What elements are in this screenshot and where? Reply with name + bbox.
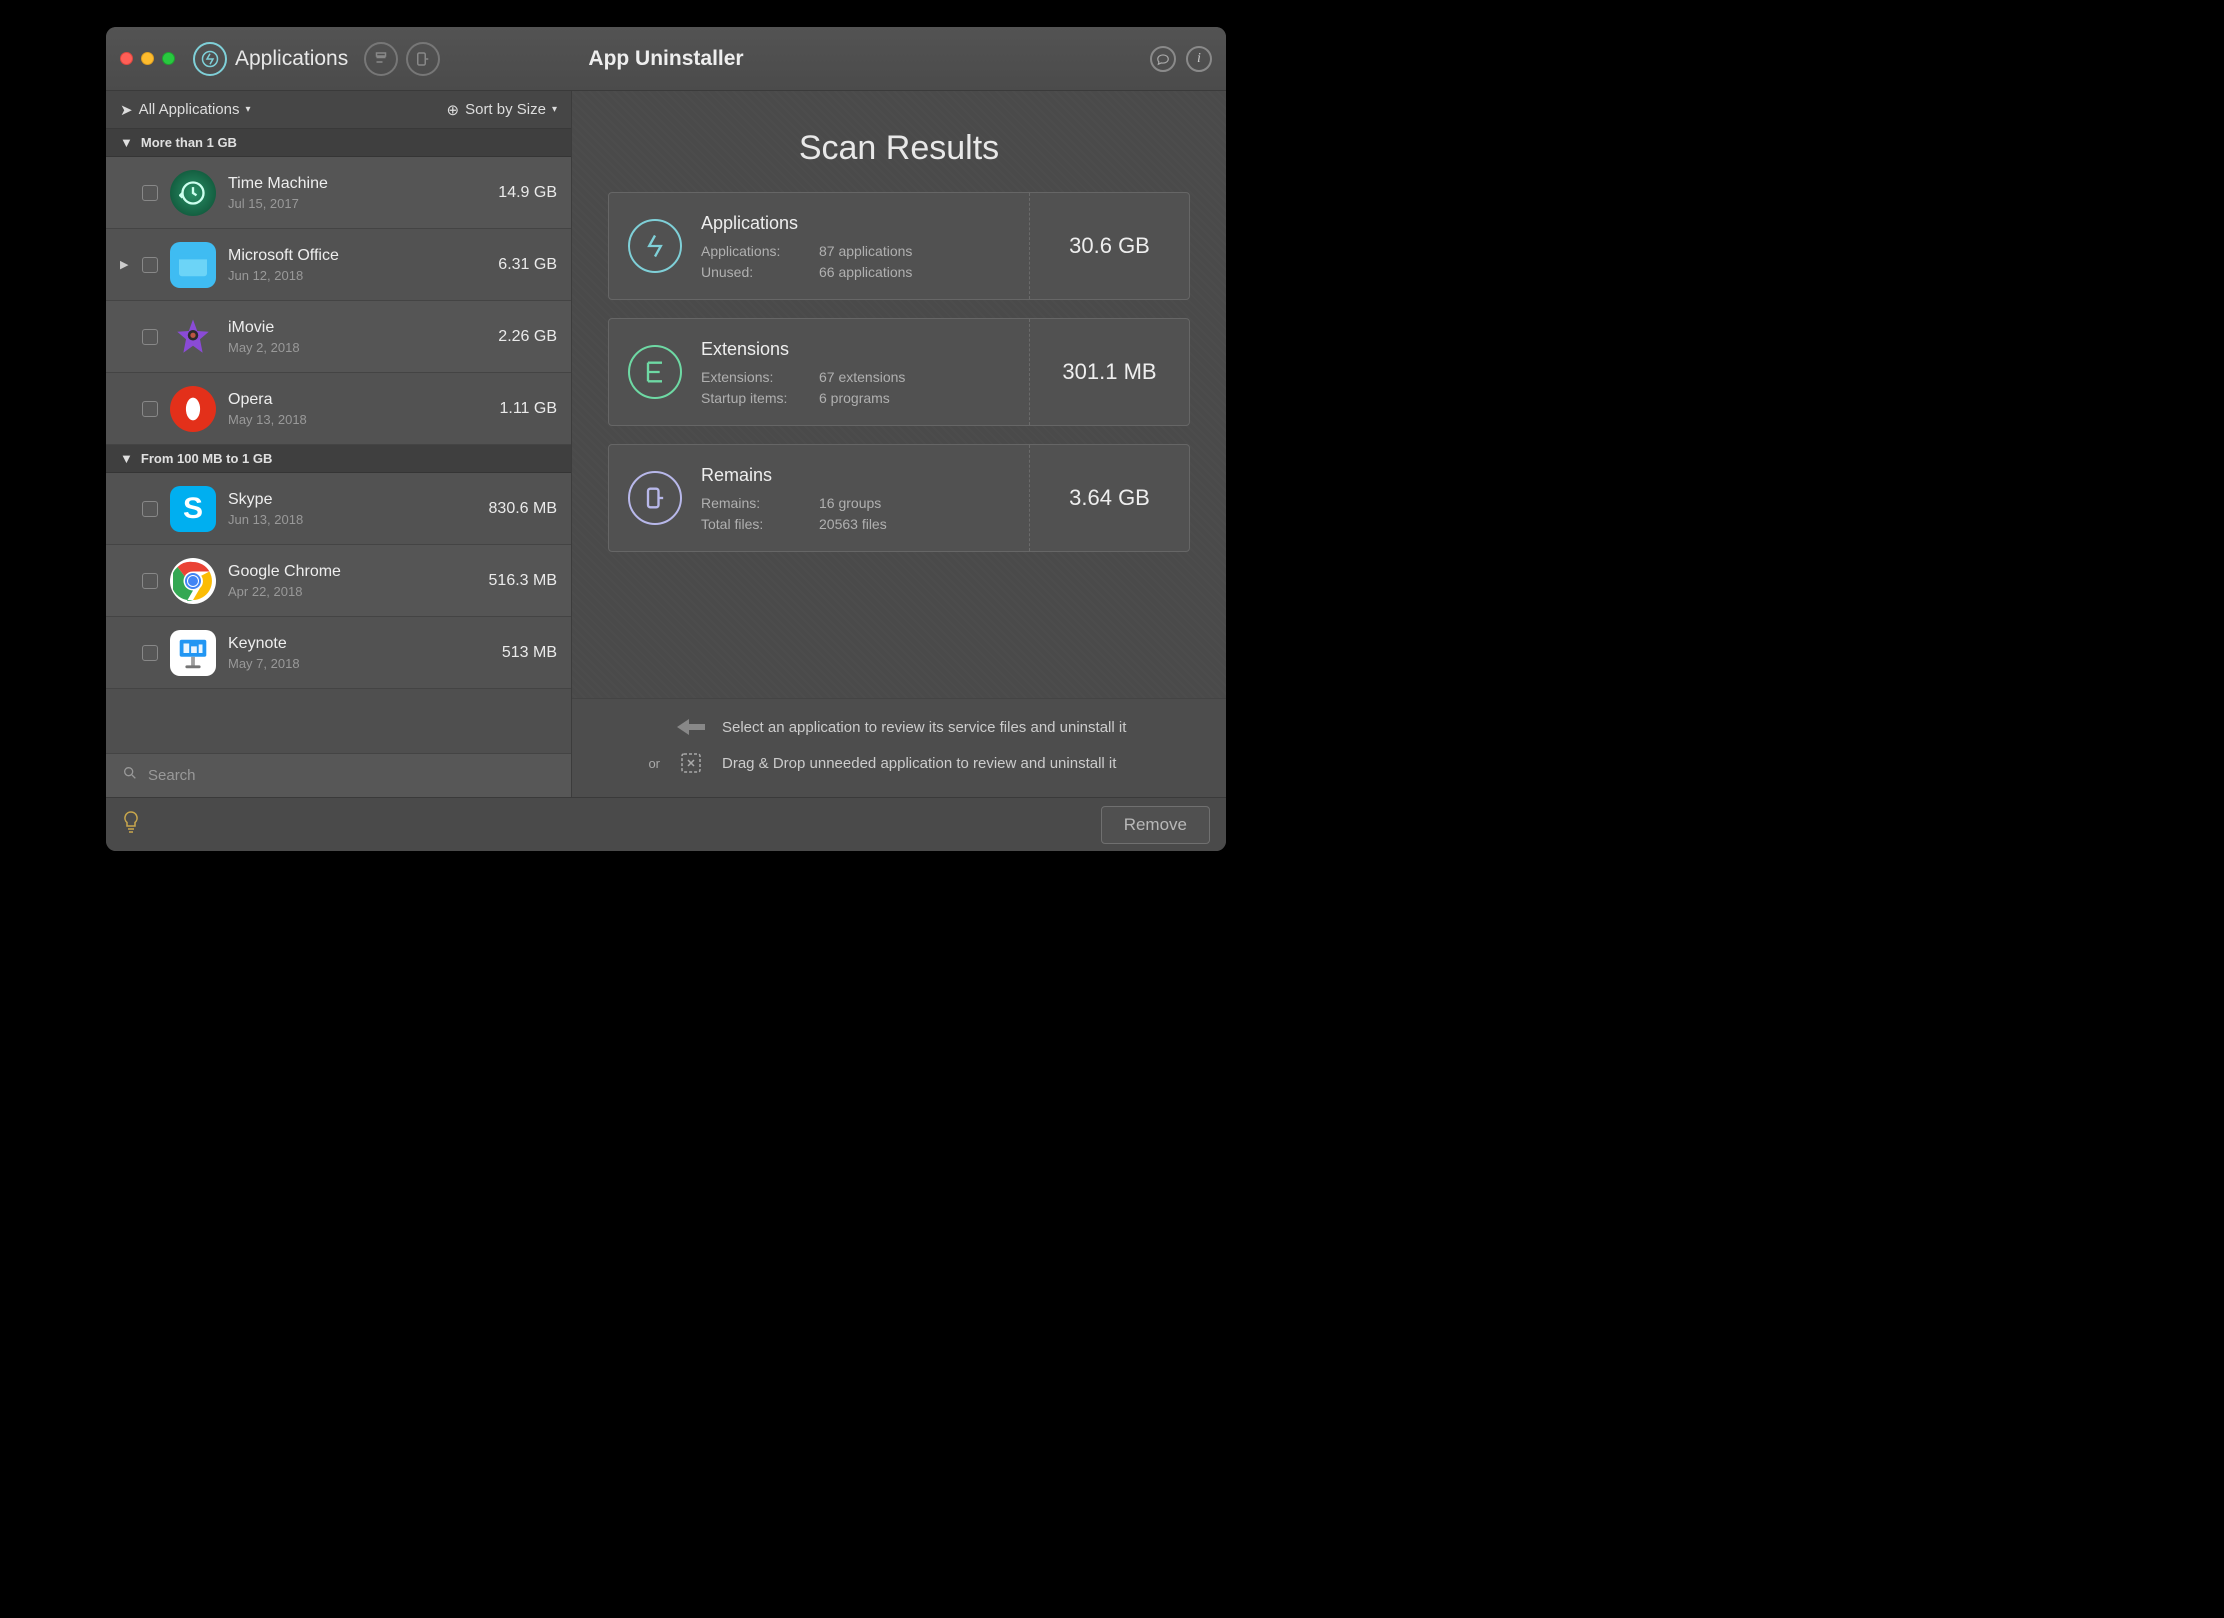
- app-date: Jun 12, 2018: [228, 268, 339, 283]
- checkbox[interactable]: [142, 501, 158, 517]
- card-size: 3.64 GB: [1029, 445, 1189, 551]
- window-title: App Uninstaller: [588, 47, 743, 71]
- applications-icon: [628, 219, 682, 273]
- tab-extensions-icon[interactable]: [364, 42, 398, 76]
- disclosure-triangle-icon: ▼: [120, 451, 133, 466]
- app-row[interactable]: Time Machine Jul 15, 2017 14.9 GB: [106, 157, 571, 229]
- card-title: Applications: [701, 213, 1029, 234]
- disclosure-triangle-icon: ▼: [120, 135, 133, 150]
- traffic-lights: [120, 52, 175, 65]
- app-size: 2.26 GB: [498, 328, 557, 346]
- checkbox[interactable]: [142, 257, 158, 273]
- checkbox[interactable]: [142, 401, 158, 417]
- app-row[interactable]: Keynote May 7, 2018 513 MB: [106, 617, 571, 689]
- card-title: Extensions: [701, 339, 1029, 360]
- sidebar: ➤ All Applications ▾ ⊕ Sort by Size ▾ ▼ M…: [106, 91, 572, 797]
- sort-icon: ⊕: [447, 101, 460, 119]
- app-size: 6.31 GB: [498, 256, 557, 274]
- app-size: 14.9 GB: [498, 184, 557, 202]
- main-panel: Scan Results Applications Applications:8…: [572, 91, 1226, 797]
- remove-button[interactable]: Remove: [1101, 806, 1210, 844]
- location-icon: ➤: [120, 101, 133, 119]
- group-label: From 100 MB to 1 GB: [141, 451, 272, 466]
- drag-drop-icon: [676, 751, 706, 775]
- search-icon: [122, 765, 138, 786]
- app-size: 1.11 GB: [499, 400, 557, 418]
- app-name: Microsoft Office: [228, 247, 339, 265]
- checkbox[interactable]: [142, 329, 158, 345]
- or-label: or: [632, 756, 660, 771]
- scope-label: All Applications: [139, 101, 240, 118]
- app-date: May 2, 2018: [228, 340, 300, 355]
- app-row[interactable]: S Skype Jun 13, 2018 830.6 MB: [106, 473, 571, 545]
- extensions-icon: [628, 345, 682, 399]
- app-date: Apr 22, 2018: [228, 584, 341, 599]
- app-row[interactable]: Opera May 13, 2018 1.11 GB: [106, 373, 571, 445]
- app-name: Google Chrome: [228, 563, 341, 581]
- app-date: May 13, 2018: [228, 412, 307, 427]
- app-name: Time Machine: [228, 175, 328, 193]
- close-window-button[interactable]: [120, 52, 133, 65]
- checkbox[interactable]: [142, 185, 158, 201]
- card-title: Remains: [701, 465, 1029, 486]
- titlebar: Applications App Uninstaller i: [106, 27, 1226, 91]
- app-date: Jun 13, 2018: [228, 512, 303, 527]
- group-header[interactable]: ▼ From 100 MB to 1 GB: [106, 445, 571, 473]
- lightbulb-icon[interactable]: [122, 811, 140, 838]
- sort-dropdown[interactable]: ⊕ Sort by Size ▾: [447, 101, 557, 119]
- minimize-window-button[interactable]: [141, 52, 154, 65]
- app-row[interactable]: Google Chrome Apr 22, 2018 516.3 MB: [106, 545, 571, 617]
- checkbox[interactable]: [142, 645, 158, 661]
- app-date: May 7, 2018: [228, 656, 300, 671]
- app-date: Jul 15, 2017: [228, 196, 328, 211]
- chevron-down-icon: ▾: [245, 104, 250, 115]
- scan-results-title: Scan Results: [608, 129, 1190, 168]
- tab-applications-label[interactable]: Applications: [235, 47, 348, 71]
- app-window: Applications App Uninstaller i ➤ All App…: [106, 27, 1226, 851]
- app-name: Skype: [228, 491, 303, 509]
- scope-dropdown[interactable]: ➤ All Applications ▾: [120, 101, 251, 119]
- app-name: iMovie: [228, 319, 300, 337]
- group-header[interactable]: ▼ More than 1 GB: [106, 129, 571, 157]
- card-extensions[interactable]: Extensions Extensions:67 extensions Star…: [608, 318, 1190, 426]
- hints: Select an application to review its serv…: [572, 698, 1226, 797]
- search-input[interactable]: [148, 767, 555, 784]
- expand-caret-icon[interactable]: ▶: [120, 258, 130, 271]
- app-size: 513 MB: [502, 644, 557, 662]
- sort-label: Sort by Size: [465, 101, 546, 118]
- feedback-icon[interactable]: [1150, 46, 1176, 72]
- remains-icon: [628, 471, 682, 525]
- app-size: 516.3 MB: [489, 572, 557, 590]
- checkbox[interactable]: [142, 573, 158, 589]
- zoom-window-button[interactable]: [162, 52, 175, 65]
- search-bar: [106, 753, 571, 797]
- tab-applications-icon[interactable]: [193, 42, 227, 76]
- chevron-down-icon: ▾: [552, 104, 557, 115]
- app-name: Opera: [228, 391, 307, 409]
- app-size: 830.6 MB: [489, 500, 557, 518]
- hint-drag-text: Drag & Drop unneeded application to revi…: [722, 755, 1116, 772]
- group-label: More than 1 GB: [141, 135, 237, 150]
- card-applications[interactable]: Applications Applications:87 application…: [608, 192, 1190, 300]
- card-size: 301.1 MB: [1029, 319, 1189, 425]
- arrow-left-icon: [676, 717, 706, 737]
- card-remains[interactable]: Remains Remains:16 groups Total files:20…: [608, 444, 1190, 552]
- filter-bar: ➤ All Applications ▾ ⊕ Sort by Size ▾: [106, 91, 571, 129]
- tab-remains-icon[interactable]: [406, 42, 440, 76]
- app-row[interactable]: iMovie May 2, 2018 2.26 GB: [106, 301, 571, 373]
- app-row[interactable]: ▶ Microsoft Office Jun 12, 2018 6.31 GB: [106, 229, 571, 301]
- hint-select-text: Select an application to review its serv…: [722, 719, 1126, 736]
- info-icon[interactable]: i: [1186, 46, 1212, 72]
- app-list[interactable]: ▼ More than 1 GB Time Machine Jul 15, 201…: [106, 129, 571, 753]
- footer: Remove: [106, 797, 1226, 851]
- card-size: 30.6 GB: [1029, 193, 1189, 299]
- app-name: Keynote: [228, 635, 300, 653]
